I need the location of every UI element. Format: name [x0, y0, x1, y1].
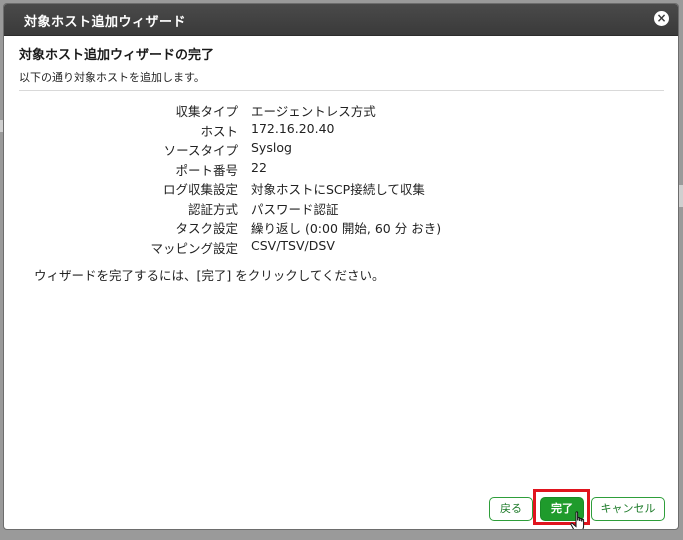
summary-label: ソースタイプ: [163, 143, 238, 158]
summary-value: 22: [251, 159, 267, 175]
summary-list: 収集タイプ エージェントレス方式 ホスト 172.16.20.40 ソースタイプ…: [4, 99, 678, 256]
summary-label: 収集タイプ: [175, 104, 238, 119]
summary-row-port: ポート番号 22: [4, 158, 678, 178]
background-app-fragment: [679, 185, 683, 207]
divider: [19, 90, 664, 91]
summary-row-host: ホスト 172.16.20.40: [4, 119, 678, 139]
page-heading: 対象ホスト追加ウィザードの完了: [19, 48, 215, 63]
summary-row-auth-method: 認証方式 パスワード認証: [4, 197, 678, 217]
hand-cursor-icon: [570, 511, 585, 529]
summary-label: 認証方式: [187, 201, 238, 217]
cancel-button[interactable]: キャンセル: [591, 497, 665, 521]
summary-value: 172.16.20.40: [251, 120, 335, 136]
page-subtitle: 以下の通り対象ホストを追加します。: [19, 71, 205, 84]
summary-value: 対象ホストにSCP接続して収集: [251, 182, 425, 197]
summary-value: パスワード認証: [251, 201, 339, 217]
summary-row-mapping: マッピング設定 CSV/TSV/DSV: [4, 236, 678, 256]
summary-row-log-collection: ログ収集設定 対象ホストにSCP接続して収集: [4, 177, 678, 197]
close-icon[interactable]: ×: [654, 11, 669, 26]
dialog-content: 対象ホスト追加ウィザードの完了 以下の通り対象ホストを追加します。 収集タイプ …: [4, 36, 678, 529]
dialog-title: 対象ホスト追加ウィザード: [24, 15, 187, 30]
summary-row-collection-type: 収集タイプ エージェントレス方式: [4, 99, 678, 119]
dialog-titlebar: 対象ホスト追加ウィザード ×: [4, 4, 678, 36]
summary-label: タスク設定: [175, 221, 238, 236]
summary-value: CSV/TSV/DSV: [251, 237, 335, 253]
summary-label: ポート番号: [175, 162, 238, 178]
summary-label: ホスト: [200, 123, 238, 139]
summary-value: Syslog: [251, 140, 292, 155]
summary-value: エージェントレス方式: [251, 104, 376, 119]
back-button[interactable]: 戻る: [489, 497, 533, 521]
summary-value: 繰り返し (0:00 開始, 60 分 おき): [251, 221, 442, 236]
summary-label: マッピング設定: [150, 240, 238, 256]
instruction-text: ウィザードを完了するには、[完了] をクリックしてください。: [34, 268, 385, 283]
wizard-dialog: 対象ホスト追加ウィザード × 対象ホスト追加ウィザードの完了 以下の通り対象ホス…: [3, 3, 679, 530]
summary-row-task: タスク設定 繰り返し (0:00 開始, 60 分 おき): [4, 216, 678, 236]
summary-row-source-type: ソースタイプ Syslog: [4, 138, 678, 158]
summary-label: ログ収集設定: [162, 182, 238, 197]
